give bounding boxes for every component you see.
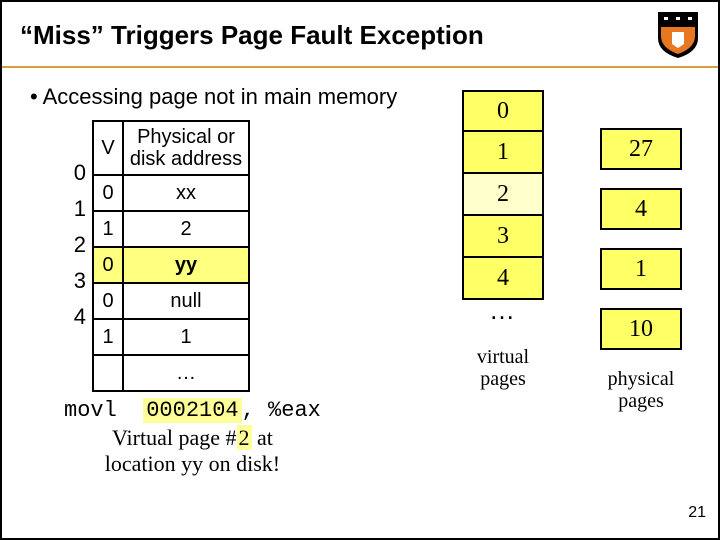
physical-pages-column: 27 4 1 10 physical pages	[600, 128, 682, 412]
ppage-3: 10	[600, 308, 682, 350]
ppage-0: 27	[600, 128, 682, 170]
pt-row-4: 1 1	[93, 319, 249, 355]
vpage-dots: …	[462, 300, 544, 336]
ppage-1: 4	[600, 188, 682, 230]
virtual-pages-column: 0 1 2 3 4 … virtual pages	[462, 90, 544, 390]
pt-header-addr: Physical or disk address	[123, 121, 249, 175]
ppage-2: 1	[600, 248, 682, 290]
rowlabel-0: 0	[56, 160, 86, 186]
slide-title: “Miss” Triggers Page Fault Exception	[20, 20, 656, 51]
pt-row-tail: …	[93, 355, 249, 391]
pt-row-1: 1 2	[93, 211, 249, 247]
pt-addr-2: yy	[123, 247, 249, 283]
pt-addr-1: 2	[123, 211, 249, 247]
rowlabel-1: 1	[56, 196, 86, 222]
princeton-shield-icon	[656, 10, 700, 60]
desc-line1b-highlighted: 2	[237, 425, 252, 450]
instr-arg-highlighted: 0002104	[143, 398, 241, 423]
instr-mnemonic: movl	[64, 398, 117, 423]
desc-line1c: at	[252, 425, 273, 450]
instr-rest: , %eax	[242, 398, 321, 423]
bullet-content: Accessing page not in main memory	[43, 84, 398, 109]
desc-line2: location yy on disk!	[105, 451, 280, 476]
instruction-block: movl 0002104, %eax Virtual page #2 at lo…	[64, 398, 321, 478]
pt-tail: …	[123, 355, 249, 391]
pt-row-2-highlighted: 0 yy	[93, 247, 249, 283]
pt-v-4: 1	[93, 319, 123, 355]
pt-addr-4: 1	[123, 319, 249, 355]
pt-v-1: 1	[93, 211, 123, 247]
pt-row-0: 0 xx	[93, 175, 249, 211]
bullet-text: • Accessing page not in main memory	[30, 84, 698, 110]
pt-header-v: V	[93, 121, 123, 175]
vpage-1: 1	[462, 132, 544, 174]
vpage-3: 3	[462, 216, 544, 258]
vpage-4: 4	[462, 258, 544, 300]
pt-addr-0: xx	[123, 175, 249, 211]
rowlabel-4: 4	[56, 304, 86, 330]
slide-number: 21	[688, 504, 706, 522]
pt-v-0: 0	[93, 175, 123, 211]
desc-line1a: Virtual page #	[112, 425, 237, 450]
pt-v-2: 0	[93, 247, 123, 283]
ppages-label: physical pages	[600, 368, 682, 412]
pt-v-3: 0	[93, 283, 123, 319]
pt-addr-3: null	[123, 283, 249, 319]
page-table: V Physical or disk address 0 xx 1 2 0 yy…	[92, 120, 250, 392]
vpage-2-highlighted: 2	[462, 174, 544, 216]
vpage-0: 0	[462, 90, 544, 132]
rowlabel-3: 3	[56, 268, 86, 294]
rowlabel-2: 2	[56, 232, 86, 258]
pt-row-3: 0 null	[93, 283, 249, 319]
vpages-label: virtual pages	[462, 346, 544, 390]
